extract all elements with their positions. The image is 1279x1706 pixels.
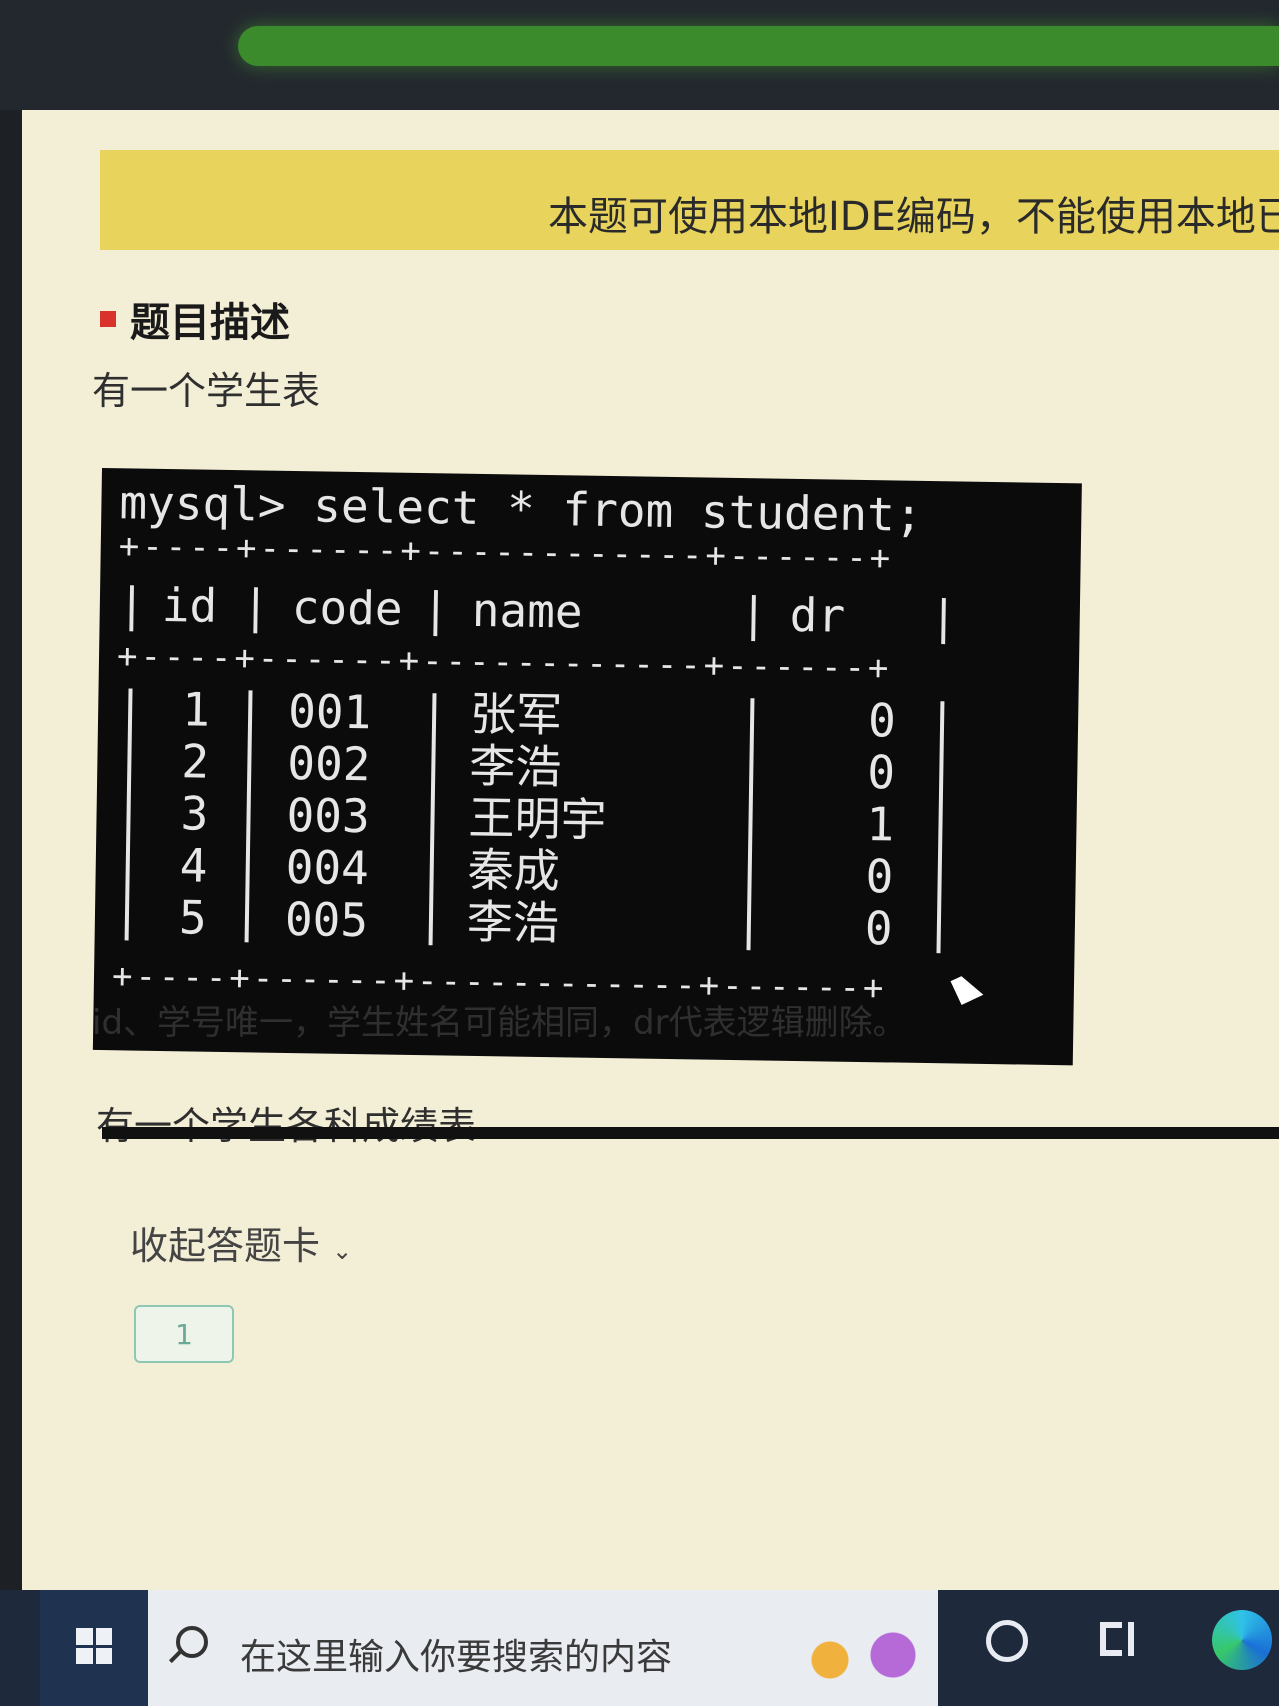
section-title: 题目描述	[100, 290, 290, 348]
column-header: name	[471, 582, 584, 639]
terminal-bar: |	[241, 579, 270, 634]
terminal-bar: |	[929, 590, 958, 645]
terminal-bar: |	[421, 582, 450, 637]
cell-dr: 0	[865, 849, 894, 904]
next-terminal-preview	[102, 1127, 1279, 1139]
cell-name: 李浩	[466, 894, 560, 951]
cell-name: 李浩	[468, 738, 562, 795]
cortana-icon[interactable]	[986, 1620, 1028, 1662]
search-highlight-icon	[788, 1600, 928, 1700]
terminal-bar: |	[739, 587, 768, 642]
start-button[interactable]	[40, 1590, 148, 1706]
taskbar-search-box[interactable]: 在这里输入你要搜索的内容	[148, 1590, 938, 1706]
terminal-bar	[124, 688, 133, 941]
progress-bar	[238, 26, 1279, 66]
terminal-separator: +----+------+------------+------+	[116, 636, 892, 689]
description-text: id、学号唯一，学生姓名可能相同，dr代表逻辑删除。	[92, 1003, 907, 1043]
cell-id: 1	[181, 682, 211, 737]
intro2-text: 有一个学生各科成绩表	[96, 1104, 477, 1148]
intro-text: 有一个学生表	[92, 369, 321, 413]
terminal-bar	[244, 690, 253, 943]
column-header: code	[291, 580, 404, 636]
cell-id: 2	[180, 734, 210, 789]
cell-code: 002	[286, 735, 371, 792]
cell-code: 004	[285, 839, 370, 896]
section-marker-icon	[100, 311, 116, 327]
terminal-bar	[936, 701, 945, 954]
cell-code: 001	[287, 683, 372, 740]
edge-browser-icon[interactable]	[1212, 1610, 1272, 1670]
column-header: id	[161, 577, 218, 633]
collapse-label: 收起答题卡	[130, 1224, 321, 1268]
cell-id: 4	[179, 838, 208, 893]
cell-dr: 0	[864, 901, 893, 956]
windows-taskbar: 在这里输入你要搜索的内容	[0, 1590, 1279, 1706]
cell-dr: 1	[866, 797, 895, 852]
section-title-text: 题目描述	[130, 300, 290, 346]
task-view-icon[interactable]	[1100, 1622, 1138, 1656]
search-placeholder: 在这里输入你要搜索的内容	[240, 1637, 673, 1678]
cell-code: 005	[284, 891, 369, 948]
question-page: 本题可使用本地IDE编码，不能使用本地已有 题目描述 有一个学生表 mysql>…	[22, 110, 1279, 1590]
search-icon	[176, 1626, 208, 1658]
question-number-button[interactable]: 1	[134, 1305, 234, 1363]
browser-top-area	[0, 0, 1279, 110]
cell-name: 王明宇	[468, 790, 607, 847]
notice-text: 本题可使用本地IDE编码，不能使用本地已有	[548, 194, 1279, 240]
column-header: dr	[789, 587, 846, 643]
cell-id: 3	[180, 786, 209, 841]
cell-code: 003	[286, 787, 371, 844]
cell-dr: 0	[867, 693, 897, 748]
cell-id: 5	[178, 890, 208, 945]
cell-name: 秦成	[467, 842, 561, 899]
terminal-bar	[746, 698, 755, 951]
cell-dr: 0	[866, 745, 896, 800]
windows-logo-icon	[76, 1628, 112, 1664]
cell-name: 张军	[469, 686, 563, 743]
terminal-screenshot: mysql> select * from student; +----+----…	[92, 468, 1082, 1066]
chevron-down-icon: ⌄	[332, 1237, 353, 1265]
collapse-answer-card-button[interactable]: 收起答题卡 ⌄	[130, 1215, 352, 1270]
terminal-bar	[428, 693, 437, 946]
terminal-bar: |	[117, 577, 146, 632]
notice-banner: 本题可使用本地IDE编码，不能使用本地已有	[100, 150, 1279, 250]
